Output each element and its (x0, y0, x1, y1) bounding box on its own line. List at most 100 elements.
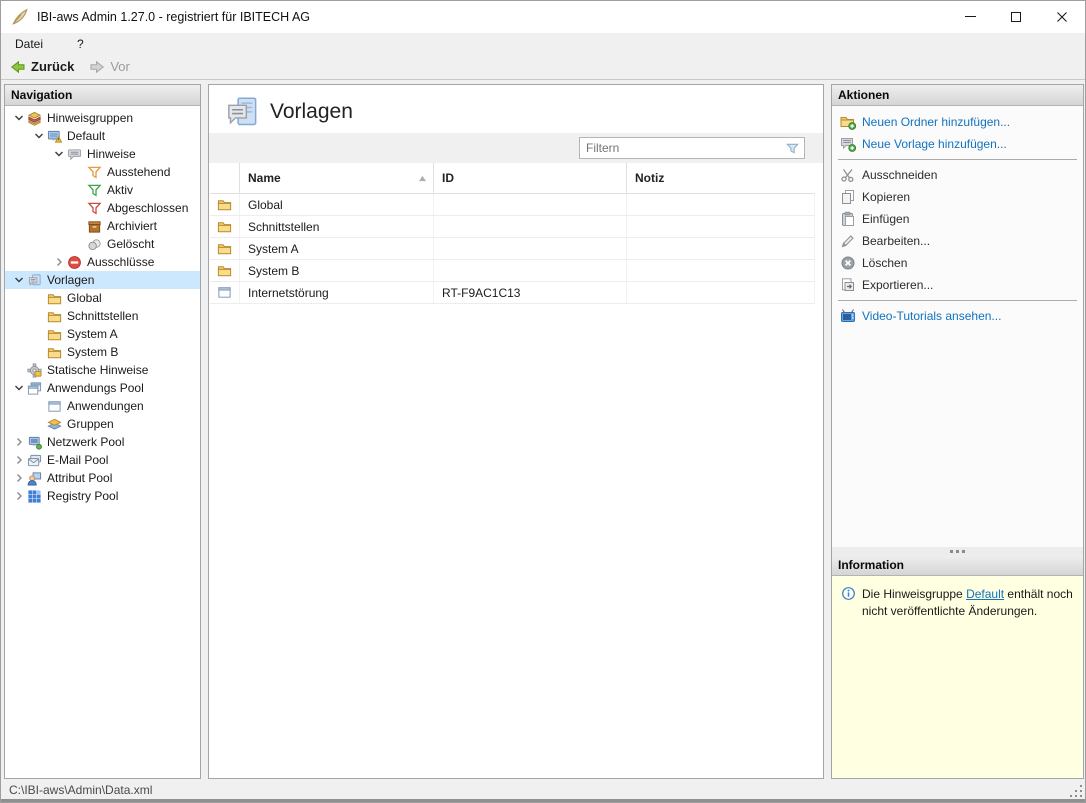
notiz-column-header[interactable]: Notiz (627, 163, 815, 193)
chevron-down-icon[interactable] (11, 110, 27, 126)
tree-item-system-b[interactable]: System B (5, 343, 200, 361)
funnel-green-icon (87, 183, 102, 198)
action-cut[interactable]: Ausschneiden (832, 164, 1083, 186)
action-export[interactable]: Exportieren... (832, 274, 1083, 296)
delete-circle-icon (840, 255, 856, 271)
tree-item-gruppen[interactable]: Gruppen (5, 415, 200, 433)
tree-item-vorlagen[interactable]: Vorlagen (5, 271, 200, 289)
close-icon (1056, 11, 1068, 23)
table-row[interactable]: Schnittstellen (210, 216, 815, 238)
tree-item-ausstehend[interactable]: Ausstehend (5, 163, 200, 181)
chevron-down-icon[interactable] (51, 146, 67, 162)
navigation-header: Navigation (5, 85, 200, 106)
window-stack-icon (27, 381, 42, 396)
tree-item-hinweisgruppen[interactable]: Hinweisgruppen (5, 109, 200, 127)
action-add-template[interactable]: Neue Vorlage hinzufügen... (832, 133, 1083, 155)
info-icon (841, 586, 856, 601)
no-entry-icon (67, 255, 82, 270)
separator (838, 300, 1077, 301)
network-monitor-icon (27, 435, 42, 450)
action-copy[interactable]: Kopieren (832, 186, 1083, 208)
forward-button[interactable]: Vor (83, 57, 136, 77)
notice-group-stack-icon (27, 111, 42, 126)
resize-grip-icon[interactable] (1068, 783, 1082, 797)
filter-input[interactable] (586, 139, 776, 157)
chevron-down-icon[interactable] (11, 380, 27, 396)
app-window: IBI-aws Admin 1.27.0 - registriert für I… (0, 0, 1086, 803)
tree-item-aktiv[interactable]: Aktiv (5, 181, 200, 199)
chevron-right-icon[interactable] (11, 434, 27, 450)
tree-item-anwendungs-pool[interactable]: Anwendungs Pool (5, 379, 200, 397)
window-icon (47, 399, 62, 414)
tree-item-netzwerk-pool[interactable]: Netzwerk Pool (5, 433, 200, 451)
gear-notice-icon (27, 363, 42, 378)
tree-item-email-pool[interactable]: E-Mail Pool (5, 451, 200, 469)
tree-item-global[interactable]: Global (5, 289, 200, 307)
back-button[interactable]: Zurück (4, 57, 80, 77)
forward-arrow-icon (89, 59, 105, 75)
panel-splitter[interactable] (832, 547, 1083, 555)
registry-grid-icon (27, 489, 42, 504)
folder-icon (47, 327, 62, 342)
folder-icon (47, 309, 62, 324)
tree-item-geloescht[interactable]: Gelöscht (5, 235, 200, 253)
action-delete[interactable]: Löschen (832, 252, 1083, 274)
export-icon (840, 277, 856, 293)
template-add-icon (840, 136, 856, 152)
tree-item-registry-pool[interactable]: Registry Pool (5, 487, 200, 505)
table-row[interactable]: Global (210, 194, 815, 216)
tree-item-hinweise[interactable]: Hinweise (5, 145, 200, 163)
chevron-right-icon[interactable] (11, 452, 27, 468)
chevron-down-icon[interactable] (11, 272, 27, 288)
actions-header: Aktionen (832, 85, 1083, 106)
menu-datei[interactable]: Datei (5, 35, 53, 53)
name-column-header[interactable]: Name (240, 163, 434, 193)
action-edit[interactable]: Bearbeiten... (832, 230, 1083, 252)
back-arrow-icon (10, 59, 26, 75)
deleted-coins-icon (87, 237, 102, 252)
templates-table: Name ID Notiz Global Schnittstellen Syst… (210, 163, 815, 304)
filter-funnel-icon[interactable] (785, 141, 800, 156)
default-group-link[interactable]: Default (966, 587, 1004, 601)
maximize-button[interactable] (993, 1, 1039, 32)
menu-help[interactable]: ? (67, 35, 94, 53)
navigation-panel: Navigation Hinweisgruppen Default Hinwei… (4, 84, 201, 779)
tree-item-abgeschlossen[interactable]: Abgeschlossen (5, 199, 200, 217)
page-title: Vorlagen (270, 100, 353, 124)
tree-item-ausschluesse[interactable]: Ausschlüsse (5, 253, 200, 271)
minimize-icon (965, 16, 976, 17)
tree-item-archiviert[interactable]: Archiviert (5, 217, 200, 235)
chevron-right-icon[interactable] (11, 470, 27, 486)
minimize-button[interactable] (947, 1, 993, 32)
separator (838, 159, 1077, 160)
id-column-header[interactable]: ID (434, 163, 627, 193)
chevron-right-icon[interactable] (51, 254, 67, 270)
main-panel: Vorlagen Name ID Notiz Global Sch (208, 84, 824, 779)
tree-item-system-a[interactable]: System A (5, 325, 200, 343)
icon-column-header[interactable] (210, 163, 240, 193)
action-paste[interactable]: Einfügen (832, 208, 1083, 230)
speech-bubble-icon (67, 147, 82, 162)
funnel-red-icon (87, 201, 102, 216)
tree-item-schnittstellen[interactable]: Schnittstellen (5, 307, 200, 325)
table-header-row: Name ID Notiz (210, 163, 815, 194)
table-row[interactable]: System A (210, 238, 815, 260)
filter-band (209, 133, 823, 163)
pencil-icon (840, 233, 856, 249)
close-button[interactable] (1039, 1, 1085, 32)
information-header: Information (832, 555, 1083, 576)
window-title: IBI-aws Admin 1.27.0 - registriert für I… (37, 10, 310, 24)
menubar: Datei ? (1, 33, 1085, 54)
tree-item-attribut-pool[interactable]: Attribut Pool (5, 469, 200, 487)
tree-item-statische-hinweise[interactable]: Statische Hinweise (5, 361, 200, 379)
table-row[interactable]: System B (210, 260, 815, 282)
maximize-icon (1011, 12, 1021, 22)
action-video-tutorials[interactable]: Video-Tutorials ansehen... (832, 305, 1083, 327)
tree-item-default[interactable]: Default (5, 127, 200, 145)
chevron-right-icon[interactable] (11, 488, 27, 504)
chevron-down-icon[interactable] (31, 128, 47, 144)
action-add-folder[interactable]: Neuen Ordner hinzufügen... (832, 111, 1083, 133)
tree-item-anwendungen[interactable]: Anwendungen (5, 397, 200, 415)
titlebar: IBI-aws Admin 1.27.0 - registriert für I… (1, 1, 1085, 33)
table-row[interactable]: Internetstörung RT-F9AC1C13 (210, 282, 815, 304)
